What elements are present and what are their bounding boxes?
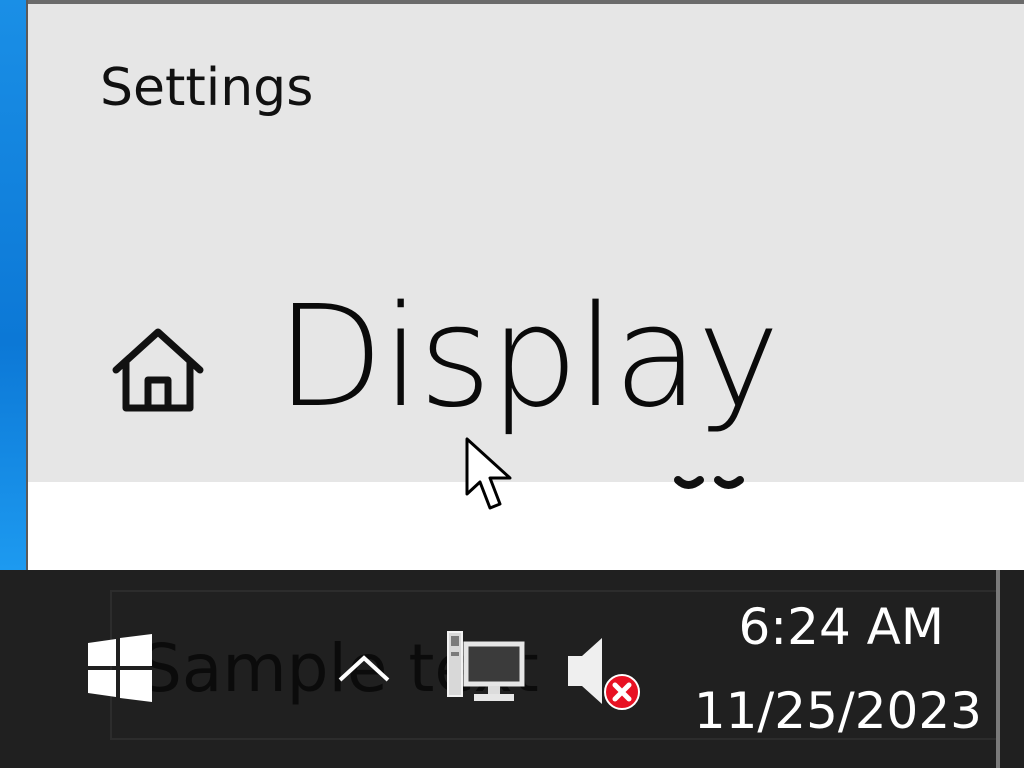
home-icon[interactable]	[110, 324, 206, 414]
page-title: Display	[276, 276, 780, 439]
volume-muted-icon	[568, 638, 640, 710]
clock-date: 11/25/2023	[693, 682, 982, 740]
volume-button[interactable]	[560, 632, 650, 714]
show-desktop-button[interactable]	[996, 570, 1024, 768]
clock-button[interactable]: 6:24 AM 11/25/2023	[670, 570, 996, 768]
windows-logo-icon	[88, 634, 152, 702]
settings-header: Settings Display	[28, 0, 1024, 482]
taskbar: Sample text 6:24 AM 11/25/2023	[0, 570, 1024, 768]
network-icon	[447, 631, 525, 701]
settings-window: Settings Display	[28, 0, 1024, 570]
start-button[interactable]	[86, 634, 154, 702]
app-title: Settings	[100, 58, 314, 118]
clock-time: 6:24 AM	[738, 598, 944, 656]
partial-content-glyph	[648, 462, 788, 502]
desktop-background[interactable]	[0, 0, 26, 570]
screen: Settings Display Sample text 6:24 AM 11/…	[0, 0, 1024, 768]
show-hidden-icons-button[interactable]	[334, 650, 394, 690]
network-button[interactable]	[444, 628, 526, 706]
chevron-up-icon	[338, 655, 390, 682]
